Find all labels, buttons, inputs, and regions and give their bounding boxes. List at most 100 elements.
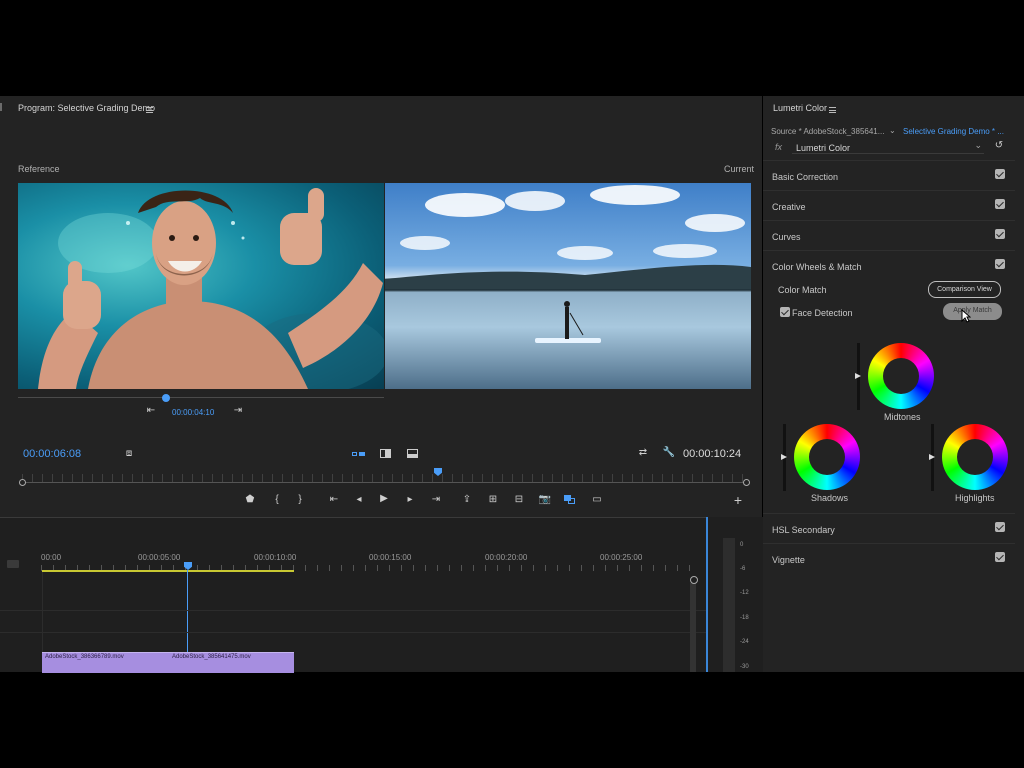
- color-match-label: Color Match: [778, 285, 827, 295]
- go-to-in-icon[interactable]: ⇤: [327, 494, 341, 505]
- meter-label: -18: [740, 615, 749, 621]
- safe-margins-icon[interactable]: ▭: [590, 494, 604, 505]
- timeline-zoom-handle[interactable]: [690, 576, 698, 584]
- duration-timecode: 00:00:10:24: [683, 448, 742, 460]
- playhead-timecode[interactable]: 00:00:06:08: [23, 448, 81, 460]
- audio-meter-bar: [723, 538, 735, 672]
- clip-name: AdobeStock_386366789.mov: [45, 654, 124, 660]
- panel-edge-marker: [0, 103, 2, 111]
- current-label: Current: [724, 164, 755, 174]
- go-to-out-icon[interactable]: ⇥: [429, 494, 443, 505]
- program-menu-icon[interactable]: [146, 105, 153, 115]
- section-toggle-checkbox[interactable]: [995, 259, 1005, 269]
- section-label: Vignette: [772, 555, 805, 565]
- section-curves[interactable]: Curves: [763, 220, 1015, 250]
- step-back-edit-icon[interactable]: ⇤: [144, 405, 158, 416]
- timeline-settings-icon[interactable]: [7, 560, 19, 568]
- ruler-label: 00:00:25:00: [600, 553, 643, 562]
- meter-label: -12: [740, 590, 749, 596]
- highlights-label: Highlights: [955, 493, 995, 503]
- program-title[interactable]: Program: Selective Grading Demo: [18, 103, 155, 113]
- play-icon[interactable]: ▶: [378, 493, 390, 504]
- lumetri-menu-icon[interactable]: [829, 105, 836, 115]
- face-detection-checkbox[interactable]: [780, 307, 790, 317]
- reference-label: Reference: [18, 164, 60, 174]
- settings-marker-icon[interactable]: ⧈: [122, 448, 136, 459]
- mark-in-icon[interactable]: {: [272, 494, 282, 505]
- timeline-clip[interactable]: AdobeStock_386366789.mov: [42, 652, 169, 673]
- section-vignette[interactable]: Vignette: [763, 543, 1015, 573]
- reference-scrubber-track[interactable]: [18, 397, 384, 398]
- side-by-side-icon[interactable]: [380, 449, 391, 458]
- add-button-icon[interactable]: +: [731, 492, 745, 508]
- face-detection-label: Face Detection: [792, 308, 853, 318]
- meter-label: -30: [740, 664, 749, 670]
- effect-select[interactable]: Lumetri Color ⌄: [792, 140, 984, 154]
- comparison-view-icon[interactable]: [352, 451, 366, 457]
- reference-scrubber-handle[interactable]: [162, 394, 170, 402]
- comparison-view-button[interactable]: Comparison View: [928, 281, 1001, 298]
- source-clip-label[interactable]: Source * AdobeStock_385641...: [771, 127, 884, 136]
- ruler-label: 00:00:20:00: [485, 553, 528, 562]
- fx-label: fx: [775, 142, 783, 152]
- track-divider: [0, 632, 708, 633]
- reference-timecode[interactable]: 00:00:04:10: [172, 408, 214, 417]
- section-hsl-secondary[interactable]: HSL Secondary: [763, 513, 1015, 543]
- section-label: Creative: [772, 202, 806, 212]
- scrubber-track[interactable]: [22, 482, 746, 483]
- section-toggle-checkbox[interactable]: [995, 552, 1005, 562]
- highlights-color-wheel[interactable]: [942, 424, 1008, 490]
- audio-meter-scale: 0 -6 -12 -18 -24 -30: [736, 538, 754, 672]
- section-toggle-checkbox[interactable]: [995, 229, 1005, 239]
- lift-icon[interactable]: ⇪: [460, 494, 474, 505]
- section-color-wheels-match[interactable]: Color Wheels & Match: [763, 250, 1015, 280]
- swap-sides-icon[interactable]: ⇄: [636, 447, 650, 458]
- section-creative[interactable]: Creative: [763, 190, 1015, 220]
- shadows-slider-handle[interactable]: [781, 454, 787, 460]
- reference-frame-image: [18, 183, 384, 389]
- section-toggle-checkbox[interactable]: [995, 522, 1005, 532]
- mouse-cursor-icon: [961, 309, 971, 323]
- track-divider: [0, 610, 708, 611]
- midtones-slider-handle[interactable]: [855, 373, 861, 379]
- wrench-icon[interactable]: 🔧: [662, 447, 676, 458]
- timeline-clip[interactable]: AdobeStock_385641475.mov: [169, 652, 294, 673]
- shadows-color-wheel[interactable]: [794, 424, 860, 490]
- pool-swimmer-thumbs-up-image: [38, 188, 384, 389]
- reset-icon[interactable]: ↺: [993, 140, 1005, 151]
- section-label: Color Wheels & Match: [772, 262, 862, 272]
- step-back-icon[interactable]: ◂: [353, 494, 365, 505]
- camera-icon[interactable]: 📷: [538, 494, 552, 505]
- apply-match-button[interactable]: Apply Match: [943, 303, 1002, 320]
- step-forward-icon[interactable]: ▸: [404, 494, 416, 505]
- comparison-toggle-icon[interactable]: [564, 495, 576, 505]
- lake-paddleboard-image: [385, 185, 751, 343]
- ruler-label: 00:00:10:00: [254, 553, 297, 562]
- meter-label: -6: [740, 566, 746, 572]
- shadows-label: Shadows: [811, 493, 849, 503]
- lumetri-title[interactable]: Lumetri Color: [773, 103, 827, 113]
- scrubber-ruler[interactable]: [22, 474, 746, 482]
- timeline-vertical-scrollbar[interactable]: [690, 583, 696, 672]
- work-area-bar[interactable]: [42, 570, 294, 572]
- sequence-clip-label[interactable]: Selective Grading Demo * ...: [903, 127, 1004, 136]
- section-toggle-checkbox[interactable]: [995, 169, 1005, 179]
- step-forward-edit-icon[interactable]: ⇥: [231, 405, 245, 416]
- section-basic-correction[interactable]: Basic Correction: [763, 160, 1015, 190]
- scrubber-in-handle[interactable]: [19, 479, 26, 486]
- scrubber-out-handle[interactable]: [743, 479, 750, 486]
- meter-label: -24: [740, 639, 749, 645]
- highlights-slider-handle[interactable]: [929, 454, 935, 460]
- midtones-label: Midtones: [884, 412, 921, 422]
- section-toggle-checkbox[interactable]: [995, 199, 1005, 209]
- insert-icon[interactable]: ⊟: [512, 494, 526, 505]
- section-label: Basic Correction: [772, 172, 839, 182]
- current-frame-image: [385, 183, 751, 389]
- add-marker-icon[interactable]: ⬟: [244, 494, 256, 505]
- midtones-color-wheel[interactable]: [868, 343, 934, 409]
- source-dropdown-chevron-icon[interactable]: ⌄: [889, 126, 896, 135]
- ruler-label: 00:00:05:00: [138, 553, 181, 562]
- split-view-icon[interactable]: [407, 449, 418, 458]
- mark-out-icon[interactable]: }: [295, 494, 305, 505]
- extract-icon[interactable]: ⊞: [486, 494, 500, 505]
